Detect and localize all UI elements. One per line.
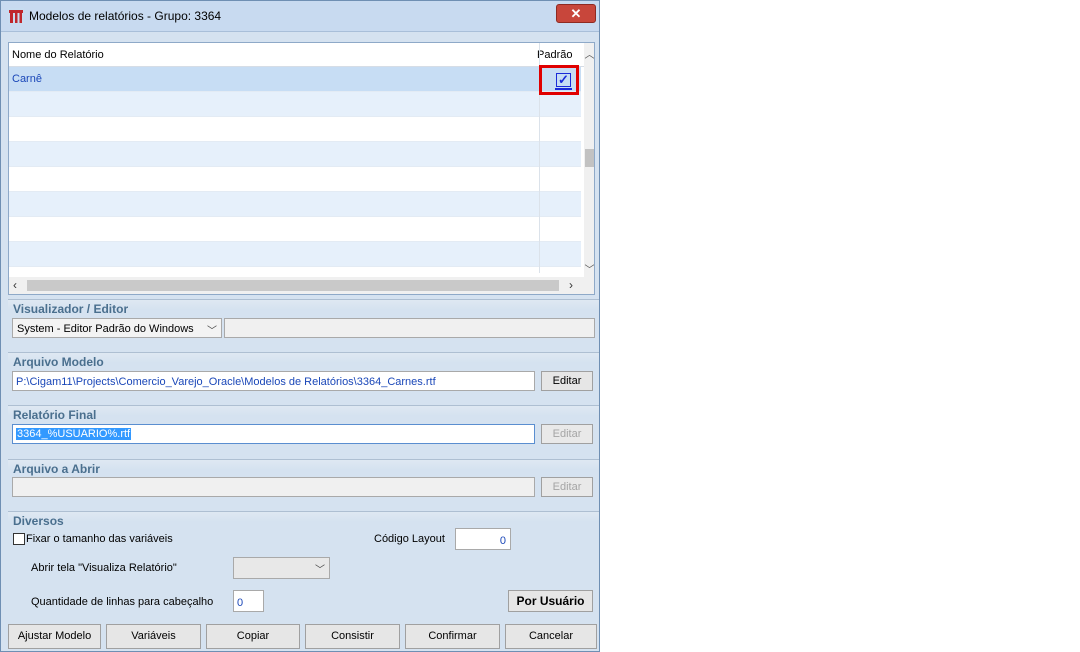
window-title: Modelos de relatórios - Grupo: 3364	[29, 9, 222, 23]
table-row[interactable]	[9, 117, 581, 142]
section-relatorio-final: Relatório Final 3364_%USUARIO%.rtf Edita…	[8, 405, 599, 457]
fixed-size-variables-label: Fixar o tamanho das variáveis	[26, 533, 173, 545]
open-report-screen-select[interactable]: ﹀	[233, 557, 330, 579]
table-row[interactable]	[9, 217, 581, 242]
report-models-window: Modelos de relatórios - Grupo: 3364 ✕ No…	[0, 0, 600, 652]
copy-button[interactable]: Copiar	[206, 624, 300, 649]
table-row[interactable]: Carnê	[9, 67, 581, 92]
section-title-arquivo-abrir: Arquivo a Abrir	[13, 462, 100, 476]
app-logo-icon	[8, 8, 24, 24]
horizontal-scrollbar[interactable]: ‹ ›	[9, 277, 594, 294]
close-icon: ✕	[570, 6, 582, 21]
checkmark-icon: ✓	[558, 72, 569, 87]
horizontal-scroll-thumb[interactable]	[27, 280, 559, 291]
section-title-visualizador: Visualizador / Editor	[13, 302, 129, 316]
section-title-relatorio-final: Relatório Final	[13, 408, 97, 422]
file-to-open-field[interactable]	[12, 477, 535, 497]
header-lines-field[interactable]: 0	[233, 590, 264, 612]
title-bar[interactable]: Modelos de relatórios - Grupo: 3364 ✕	[1, 1, 599, 32]
scroll-down-icon[interactable]: ﹀	[584, 261, 595, 276]
scroll-right-icon[interactable]: ›	[569, 278, 573, 292]
section-title-diversos: Diversos	[13, 514, 64, 528]
table-row[interactable]	[9, 167, 581, 192]
table-row[interactable]	[9, 242, 581, 267]
table-row[interactable]	[9, 92, 581, 117]
vertical-scroll-thumb[interactable]	[585, 149, 594, 167]
edit-model-button[interactable]: Editar	[541, 371, 593, 391]
final-report-field[interactable]: 3364_%USUARIO%.rtf	[12, 424, 535, 444]
adjust-model-button[interactable]: Ajustar Modelo	[8, 624, 101, 649]
padrao-highlight-box: ✓	[539, 65, 579, 95]
section-arquivo-modelo: Arquivo Modelo P:\Cigam11\Projects\Comer…	[8, 352, 599, 402]
open-report-screen-label: Abrir tela "Visualiza Relatório"	[31, 562, 177, 574]
check-button[interactable]: Consistir	[305, 624, 400, 649]
report-models-grid[interactable]: Nome do Relatório Padrão Carnê ✓ ︿ ﹀ ‹ ›	[8, 42, 595, 295]
chevron-down-icon: ﹀	[315, 565, 325, 576]
viewer-editor-value: System - Editor Padrão do Windows	[17, 323, 194, 335]
padrao-checkbox[interactable]: ✓	[556, 73, 571, 87]
layout-code-label: Código Layout	[374, 533, 445, 545]
cancel-button[interactable]: Cancelar	[505, 624, 597, 649]
scroll-left-icon[interactable]: ‹	[13, 278, 17, 292]
header-lines-value: 0	[237, 597, 244, 609]
model-file-value: P:\Cigam11\Projects\Comercio_Varejo_Orac…	[16, 376, 436, 388]
fixed-size-variables-checkbox[interactable]	[13, 533, 25, 545]
viewer-editor-extra-field[interactable]	[224, 318, 595, 338]
report-name-cell: Carnê	[12, 73, 42, 85]
model-file-field[interactable]: P:\Cigam11\Projects\Comercio_Varejo_Orac…	[12, 371, 535, 391]
edit-file-to-open-button[interactable]: Editar	[541, 477, 593, 497]
table-row[interactable]	[9, 142, 581, 167]
variables-button[interactable]: Variáveis	[106, 624, 201, 649]
close-button[interactable]: ✕	[556, 4, 596, 23]
scroll-up-icon[interactable]: ︿	[584, 46, 595, 61]
layout-code-value: 0	[499, 535, 506, 547]
column-header-name[interactable]: Nome do Relatório	[12, 49, 104, 61]
per-user-button[interactable]: Por Usuário	[508, 590, 593, 612]
final-report-value: 3364_%USUARIO%.rtf	[16, 428, 132, 440]
layout-code-field[interactable]: 0	[455, 528, 511, 550]
chevron-down-icon: ﹀	[207, 326, 217, 337]
column-header-padrao[interactable]: Padrão	[537, 49, 572, 61]
table-row[interactable]	[9, 192, 581, 217]
checkbox-underline	[555, 88, 572, 90]
viewer-editor-select[interactable]: System - Editor Padrão do Windows ﹀	[12, 318, 222, 338]
section-title-arquivo-modelo: Arquivo Modelo	[13, 355, 104, 369]
header-lines-label: Quantidade de linhas para cabeçalho	[31, 596, 214, 608]
section-visualizador: Visualizador / Editor System - Editor Pa…	[8, 299, 599, 349]
grid-header: Nome do Relatório Padrão	[9, 43, 584, 67]
section-arquivo-abrir: Arquivo a Abrir Editar	[8, 459, 599, 509]
vertical-scrollbar[interactable]: ︿ ﹀	[584, 43, 595, 277]
edit-final-report-button[interactable]: Editar	[541, 424, 593, 444]
confirm-button[interactable]: Confirmar	[405, 624, 500, 649]
section-diversos: Diversos Fixar o tamanho das variáveis C…	[8, 511, 599, 619]
